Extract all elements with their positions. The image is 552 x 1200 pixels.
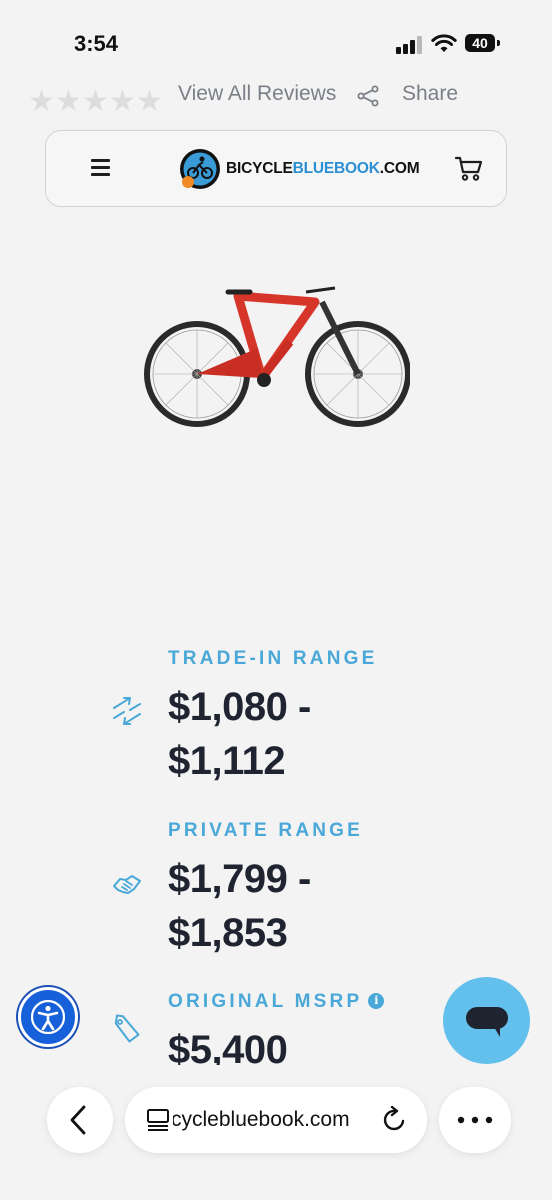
rating-stars: ★ ★ ★ ★ ★ xyxy=(28,85,163,118)
site-header: BICYCLEBLUEBOOK.COM xyxy=(45,130,507,207)
reload-icon[interactable] xyxy=(381,1106,409,1134)
handshake-icon xyxy=(113,875,141,894)
trade-in-range: TRADE-IN RANGE $1,080 - $1,112 xyxy=(110,648,530,783)
view-all-reviews-link[interactable]: View All Reviews xyxy=(178,82,336,106)
share-button[interactable]: Share xyxy=(402,82,458,106)
accessibility-icon xyxy=(30,999,66,1035)
msrp-label-text: ORIGINAL MSRP xyxy=(168,991,363,1012)
site-logo[interactable]: BICYCLEBLUEBOOK.COM xyxy=(178,147,420,191)
trade-in-label: TRADE-IN RANGE xyxy=(168,648,378,669)
back-button[interactable] xyxy=(47,1087,113,1153)
url-text: cyclebluebook.com xyxy=(171,1108,350,1131)
star-icon: ★ xyxy=(28,85,55,118)
star-icon: ★ xyxy=(136,85,163,118)
info-icon[interactable]: i xyxy=(368,993,385,1009)
browser-toolbar: cyclebluebook.com xyxy=(0,1065,552,1200)
battery-icon: 40 xyxy=(465,34,500,52)
star-icon: ★ xyxy=(55,85,82,118)
logo-text-part2: BLUEBOOK xyxy=(292,160,380,177)
chat-bubble-icon xyxy=(466,1007,508,1037)
logo-wordmark: BICYCLEBLUEBOOK.COM xyxy=(226,160,420,178)
price-tag-icon xyxy=(114,1014,140,1043)
reviews-row: ★ ★ ★ ★ ★ View All Reviews Share xyxy=(0,70,552,120)
private-value-line2: $1,853 xyxy=(168,911,288,955)
shopping-cart-icon[interactable] xyxy=(454,153,484,183)
accessibility-button[interactable] xyxy=(18,987,78,1047)
wifi-icon xyxy=(431,34,457,52)
share-icon[interactable] xyxy=(356,84,380,108)
hamburger-menu-icon[interactable] xyxy=(91,159,110,177)
private-label: PRIVATE RANGE xyxy=(168,820,364,841)
chat-button[interactable] xyxy=(443,977,530,1064)
trade-in-value-line2: $1,112 xyxy=(168,739,286,783)
address-bar[interactable]: cyclebluebook.com xyxy=(125,1087,427,1153)
status-bar: 3:54 40 xyxy=(0,0,552,70)
page-menu-icon[interactable] xyxy=(145,1107,171,1133)
chevron-left-icon xyxy=(70,1105,86,1135)
more-options-button[interactable] xyxy=(439,1087,511,1153)
bike-image xyxy=(144,286,410,427)
logo-icon xyxy=(180,149,220,189)
status-time: 3:54 xyxy=(74,31,119,56)
star-icon: ★ xyxy=(109,85,136,118)
star-icon: ★ xyxy=(82,85,109,118)
ellipsis-icon xyxy=(457,1116,493,1124)
trade-in-value-line1: $1,080 - xyxy=(168,685,311,729)
msrp-label: ORIGINAL MSRP i xyxy=(168,991,385,1013)
arrows-swap-icon xyxy=(113,697,141,725)
private-range: PRIVATE RANGE $1,799 - $1,853 xyxy=(110,820,530,955)
trade-in-value: $1,080 - $1,112 xyxy=(168,680,468,788)
private-value-line1: $1,799 - xyxy=(168,857,311,901)
cellular-signal-icon xyxy=(396,36,424,54)
private-value: $1,799 - $1,853 xyxy=(168,852,468,960)
logo-text-part3: .COM xyxy=(379,160,420,177)
logo-text-part1: BICYCLE xyxy=(226,160,293,177)
